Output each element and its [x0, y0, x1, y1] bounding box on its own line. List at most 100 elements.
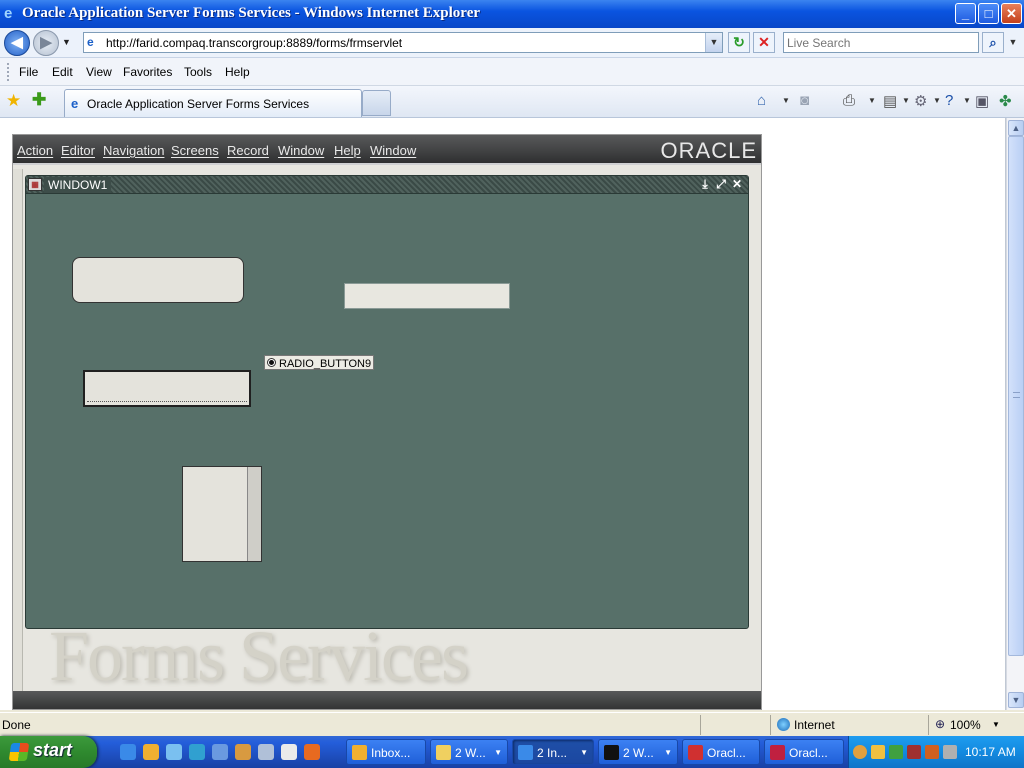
forms-menu-action[interactable]: Action — [17, 143, 53, 158]
quicklaunch-app-icon[interactable] — [258, 744, 274, 760]
page-scrollbar[interactable]: ▲ ▼ — [1006, 118, 1024, 710]
zoom-dropdown-icon[interactable]: ▼ — [992, 720, 1000, 729]
forms-menu-record[interactable]: Record — [227, 143, 269, 158]
history-dropdown-icon[interactable]: ▼ — [62, 37, 71, 47]
forms-menu-navigation[interactable]: Navigation — [103, 143, 164, 158]
start-button[interactable]: start — [0, 736, 97, 768]
stop-button[interactable]: ✕ — [753, 32, 775, 53]
print-icon[interactable]: ⎙ — [843, 92, 855, 109]
tab-oracle-forms[interactable]: e Oracle Application Server Forms Servic… — [64, 89, 362, 117]
scroll-down-icon[interactable]: ▼ — [1008, 692, 1024, 708]
menu-help[interactable]: Help — [225, 65, 250, 79]
folder-icon — [436, 745, 451, 760]
scroll-grip — [1013, 392, 1020, 398]
quicklaunch-firefox-icon[interactable] — [304, 744, 320, 760]
address-field[interactable]: e http://farid.compaq.transcorgroup:8889… — [83, 32, 723, 53]
text-item[interactable] — [344, 283, 510, 309]
forms-menu-editor[interactable]: Editor — [61, 143, 95, 158]
list-item[interactable] — [182, 466, 262, 562]
favorites-center-icon[interactable]: ★ — [6, 91, 21, 111]
toolbar-grip[interactable] — [7, 63, 10, 81]
quicklaunch-outlook-icon[interactable] — [143, 744, 159, 760]
search-options-icon[interactable]: ▼ — [1006, 32, 1020, 53]
search-icon[interactable]: ⌕ — [982, 32, 1004, 53]
zoom-icon[interactable]: ⊕ — [935, 717, 945, 731]
menu-edit[interactable]: Edit — [52, 65, 73, 79]
window1-titlebar[interactable]: ▦ WINDOW1 ⤓ ⤢ ✕ — [26, 176, 748, 194]
status-divider — [770, 715, 771, 735]
window-titlebar[interactable]: e Oracle Application Server Forms Servic… — [0, 0, 1024, 28]
refresh-button[interactable]: ↻ — [728, 32, 750, 53]
window1-maximize-icon[interactable]: ⤢ — [714, 177, 728, 192]
list-scrollbar[interactable] — [247, 467, 261, 561]
address-toolbar: ◀ ▶ ▼ e http://farid.compaq.transcorgrou… — [0, 28, 1024, 58]
print-dropdown-icon[interactable]: ▼ — [868, 96, 876, 105]
menu-view[interactable]: View — [86, 65, 112, 79]
bordered-text-item[interactable] — [83, 370, 251, 407]
forms-menu-window[interactable]: Window — [278, 143, 324, 158]
search-field[interactable] — [783, 32, 979, 53]
messenger-icon[interactable]: ✤ — [999, 92, 1012, 110]
quicklaunch-media-icon[interactable] — [189, 744, 205, 760]
address-dropdown-icon[interactable]: ▼ — [705, 33, 722, 52]
task-oracle-2[interactable]: Oracl... — [764, 739, 844, 765]
scroll-up-icon[interactable]: ▲ — [1008, 120, 1024, 136]
help-dropdown-icon[interactable]: ▼ — [963, 96, 971, 105]
help-icon[interactable]: ? — [945, 92, 953, 109]
address-url[interactable]: http://farid.compaq.transcorgroup:8889/f… — [106, 36, 402, 50]
menu-favorites[interactable]: Favorites — [123, 65, 172, 79]
tray-app-icon[interactable] — [925, 745, 939, 759]
quicklaunch-player-icon[interactable] — [281, 744, 297, 760]
rounded-button-item[interactable] — [72, 257, 244, 303]
page-menu-icon[interactable]: ▤ — [883, 92, 897, 110]
task-command-prompt[interactable]: 2 W... ▼ — [598, 739, 678, 765]
forms-menu-window-2[interactable]: Window — [370, 143, 416, 158]
zoom-level[interactable]: 100% — [950, 718, 981, 732]
tray-app-icon[interactable] — [889, 745, 903, 759]
task-internet-explorer[interactable]: 2 In... ▼ — [512, 739, 594, 765]
tools-dropdown-icon[interactable]: ▼ — [933, 96, 941, 105]
forward-button[interactable]: ▶ — [33, 30, 59, 56]
quicklaunch-desktop-icon[interactable] — [212, 744, 228, 760]
feeds-icon[interactable]: ◙ — [800, 92, 809, 109]
task-oracle-1[interactable]: Oracl... — [682, 739, 760, 765]
tray-app-icon[interactable] — [871, 745, 885, 759]
tray-app-icon[interactable] — [943, 745, 957, 759]
tray-collapse-icon[interactable] — [853, 745, 867, 759]
window1-close-icon[interactable]: ✕ — [730, 177, 744, 192]
maximize-button[interactable]: □ — [978, 3, 999, 24]
page-icon: e — [87, 35, 94, 49]
task-label: 2 W... — [623, 746, 654, 760]
scroll-thumb[interactable] — [1008, 136, 1024, 656]
add-favorite-icon[interactable]: ✚ — [32, 90, 46, 110]
tools-gear-icon[interactable]: ⚙ — [914, 92, 927, 110]
menu-tools[interactable]: Tools — [184, 65, 212, 79]
menu-file[interactable]: File — [19, 65, 38, 79]
task-inbox[interactable]: Inbox... — [346, 739, 426, 765]
research-icon[interactable]: ▣ — [975, 92, 989, 110]
status-divider — [700, 715, 701, 735]
home-icon[interactable]: ⌂ — [757, 92, 766, 109]
quicklaunch-messenger-icon[interactable] — [166, 744, 182, 760]
forms-window1: ▦ WINDOW1 ⤓ ⤢ ✕ RADIO_BUTTON9 — [25, 175, 749, 629]
home-dropdown-icon[interactable]: ▼ — [782, 96, 790, 105]
oracle-app-icon — [770, 745, 785, 760]
back-button[interactable]: ◀ — [4, 30, 30, 56]
quicklaunch-app-icon[interactable] — [235, 744, 251, 760]
security-zone[interactable]: Internet — [794, 718, 835, 732]
search-input[interactable] — [784, 33, 974, 52]
window1-minimize-icon[interactable]: ⤓ — [698, 177, 712, 192]
minimize-button[interactable]: _ — [955, 3, 976, 24]
internet-zone-icon — [777, 718, 790, 731]
forms-menu-screens[interactable]: Screens — [171, 143, 219, 158]
close-button[interactable]: ✕ — [1001, 3, 1022, 24]
page-dropdown-icon[interactable]: ▼ — [902, 96, 910, 105]
window1-icon[interactable]: ▦ — [28, 178, 42, 191]
new-tab-button[interactable] — [362, 90, 391, 116]
task-explorer[interactable]: 2 W... ▼ — [430, 739, 508, 765]
tray-app-icon[interactable] — [907, 745, 921, 759]
radio-button9[interactable]: RADIO_BUTTON9 — [264, 355, 375, 370]
forms-menu-help[interactable]: Help — [334, 143, 361, 158]
quicklaunch-ie-icon[interactable] — [120, 744, 136, 760]
system-tray: 10:17 AM — [848, 736, 1024, 768]
